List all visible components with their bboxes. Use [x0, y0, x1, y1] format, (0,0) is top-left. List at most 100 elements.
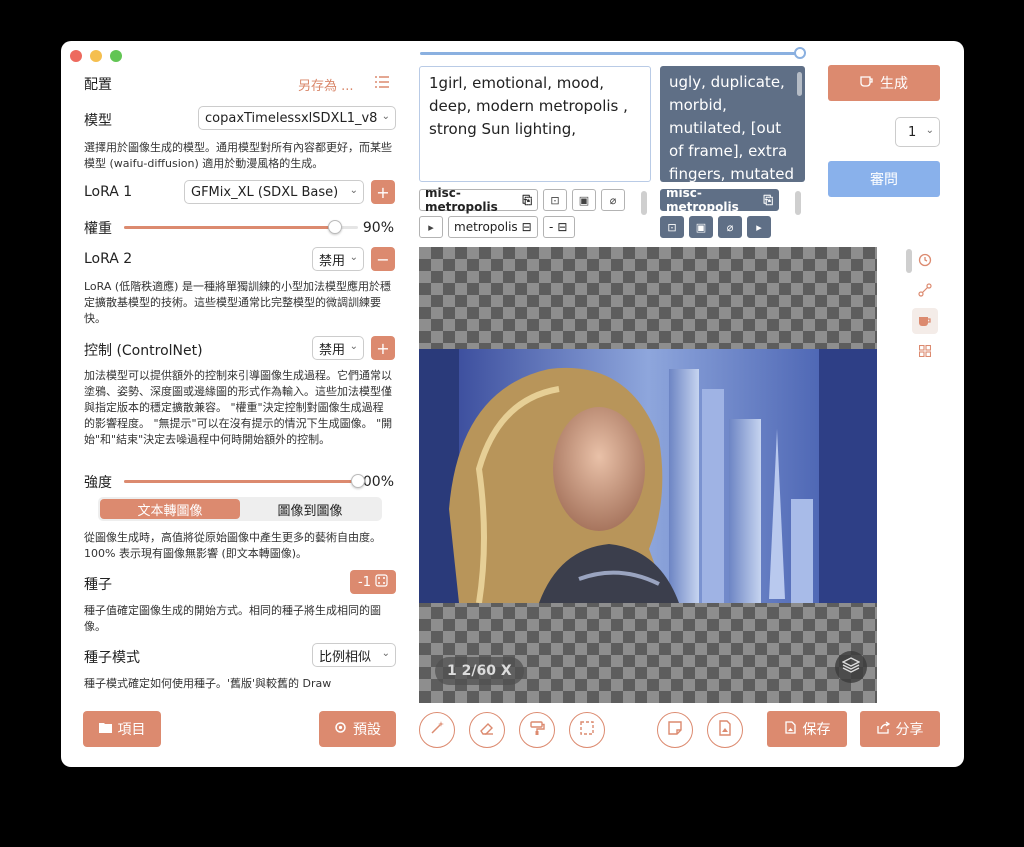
presets-button[interactable]: 預設	[319, 711, 396, 747]
chevron-down-icon: ⌄	[349, 341, 358, 352]
generation-progress-bar	[420, 47, 806, 59]
tag-label: misc-metropolis	[666, 186, 739, 214]
lora2-label: LoRA 2	[84, 251, 133, 267]
strength-slider-knob[interactable]	[351, 474, 365, 488]
negative-tag-misc-metropolis[interactable]: misc-metropolis ⎘	[660, 186, 779, 214]
positive-tag-misc-metropolis[interactable]: misc-metropolis ⎘	[419, 186, 538, 214]
paint-roller-icon	[529, 720, 545, 740]
control-select[interactable]: 禁用 ⌄	[312, 336, 364, 360]
tab-text-to-image[interactable]: 文本轉圖像	[100, 499, 240, 519]
model-description: 選擇用於圖像生成的模型。通用模型對所有內容都更好，而某些模型 (waifu-di…	[84, 141, 392, 170]
weight-slider[interactable]	[124, 220, 358, 234]
import-image-tool[interactable]	[707, 712, 743, 748]
pose-button[interactable]	[912, 278, 938, 304]
seed-mode-select-value: 比例相似	[319, 649, 372, 665]
positive-crop-icon-button[interactable]: ⊡	[543, 189, 567, 211]
positive-play-icon-button[interactable]: ▸	[419, 216, 443, 238]
weight-value: 90%	[362, 220, 394, 236]
share-icon	[876, 720, 890, 738]
seed-description: 種子值確定圖像生成的開始方式。相同的種子將生成相同的圖像。	[84, 604, 381, 633]
paperclip-icon: ⌀	[609, 193, 617, 207]
seed-label: 種子	[84, 577, 112, 593]
lora1-label: LoRA 1	[84, 184, 133, 200]
positive-tag-metropolis[interactable]: metropolis ⊟	[448, 216, 538, 238]
model-label: 模型	[84, 113, 112, 129]
mode-segmented-control: 文本轉圖像 圖像到圖像	[98, 497, 382, 521]
layers-button[interactable]	[835, 651, 867, 683]
image-file-icon	[717, 720, 733, 740]
seed-mode-select[interactable]: 比例相似 ⌄	[312, 643, 396, 667]
list-icon[interactable]	[374, 74, 390, 94]
positive-attach-icon-button[interactable]: ⌀	[601, 189, 625, 211]
share-button-label: 分享	[895, 722, 924, 738]
save-button[interactable]: 保存	[767, 711, 847, 747]
paint-tool[interactable]	[519, 712, 555, 748]
positive-image-icon-button[interactable]: ▣	[572, 189, 596, 211]
chevron-down-icon: ⌄	[349, 185, 358, 196]
positive-prompt-input[interactable]: 1girl, emotional, mood, deep, modern met…	[419, 66, 651, 182]
add-control-button[interactable]: +	[371, 336, 395, 360]
grid-button[interactable]	[912, 338, 938, 364]
image-canvas[interactable]: 1 2/60 X	[419, 247, 877, 703]
zoom-indicator: 1 2/60 X	[435, 657, 524, 685]
eraser-tool[interactable]	[469, 712, 505, 748]
tab-image-to-image[interactable]: 圖像到圖像	[240, 499, 380, 519]
note-tool[interactable]	[657, 712, 693, 748]
weight-slider-knob[interactable]	[327, 220, 342, 234]
sticky-note-icon	[667, 720, 683, 740]
model-select[interactable]: copaxTimelessxlSDXL1_v8 ⌄	[198, 106, 396, 130]
insert-text-icon: ⎘	[522, 192, 532, 207]
negative-prompt-input[interactable]: ugly, duplicate, morbid, mutilated, [out…	[660, 66, 805, 182]
lora1-select[interactable]: GFMix_XL (SDXL Base) ⌄	[184, 180, 364, 204]
seed-value: -1	[358, 574, 371, 590]
positive-tags-scrollbar[interactable]	[641, 191, 647, 215]
control-select-value: 禁用	[319, 342, 346, 358]
progress-knob	[794, 47, 806, 59]
paperclip-icon: ⌀	[726, 220, 734, 234]
dice-icon	[375, 573, 388, 591]
negative-prompt-text: ugly, duplicate, morbid, mutilated, [out…	[669, 73, 795, 182]
negative-prompt-scrollbar[interactable]	[797, 72, 802, 96]
save-as-link[interactable]: 另存為 ...	[298, 75, 354, 94]
eraser-icon	[479, 720, 495, 740]
presets-button-label: 預設	[353, 722, 381, 738]
generated-image	[419, 349, 877, 603]
negative-tags-scrollbar[interactable]	[795, 191, 801, 215]
seed-button[interactable]: -1	[350, 570, 396, 594]
image-icon: ▣	[695, 220, 707, 234]
gear-icon	[334, 721, 347, 738]
settings-scroll[interactable]: 配置 另存為 ... 模型 copaxTimelessxlSDXL1_v8 ⌄ …	[84, 69, 396, 689]
share-button[interactable]: 分享	[860, 711, 940, 747]
play-icon: ▸	[428, 220, 434, 234]
coffee-cup-icon	[860, 75, 874, 91]
tag-label: -	[549, 220, 554, 234]
generate-button[interactable]: 生成	[828, 65, 940, 101]
projects-button[interactable]: 項目	[83, 711, 161, 747]
generate-side-button[interactable]	[912, 308, 938, 334]
batch-count-select[interactable]: 1 ⌄	[895, 117, 940, 147]
interrogate-button[interactable]: 審問	[828, 161, 940, 197]
strength-slider[interactable]	[124, 474, 365, 488]
selection-tool[interactable]	[569, 712, 605, 748]
negative-play-icon-button[interactable]: ▸	[747, 216, 771, 238]
control-description: 加法模型可以提供額外的控制來引導圖像生成過程。它們通常以塗鴉、姿勢、深度圖或邊緣…	[84, 369, 393, 446]
lora2-select[interactable]: 禁用 ⌄	[312, 247, 364, 271]
positive-tag-dash[interactable]: - ⊟	[543, 216, 575, 238]
negative-attach-icon-button[interactable]: ⌀	[718, 216, 742, 238]
history-button[interactable]	[912, 248, 938, 274]
negative-crop-icon-button[interactable]: ⊡	[660, 216, 684, 238]
strength-slider-fill	[124, 480, 358, 483]
tag-label: metropolis	[454, 220, 518, 234]
config-row: 配置 另存為 ...	[84, 74, 396, 94]
projects-button-label: 項目	[117, 722, 146, 738]
save-button-label: 保存	[802, 722, 831, 738]
chevron-down-icon: ⌄	[381, 648, 390, 659]
grid-icon	[918, 342, 932, 361]
magic-wand-tool[interactable]	[419, 712, 455, 748]
add-lora1-button[interactable]: +	[371, 180, 395, 204]
strength-description: 從圖像生成時，高值將從原始圖像中產生更多的藝術自由度。100% 表示現有圖像無影…	[84, 531, 381, 560]
interrogate-button-label: 審問	[870, 172, 898, 188]
plus-icon: +	[376, 182, 390, 202]
negative-image-icon-button[interactable]: ▣	[689, 216, 713, 238]
remove-lora2-button[interactable]: −	[371, 247, 395, 271]
